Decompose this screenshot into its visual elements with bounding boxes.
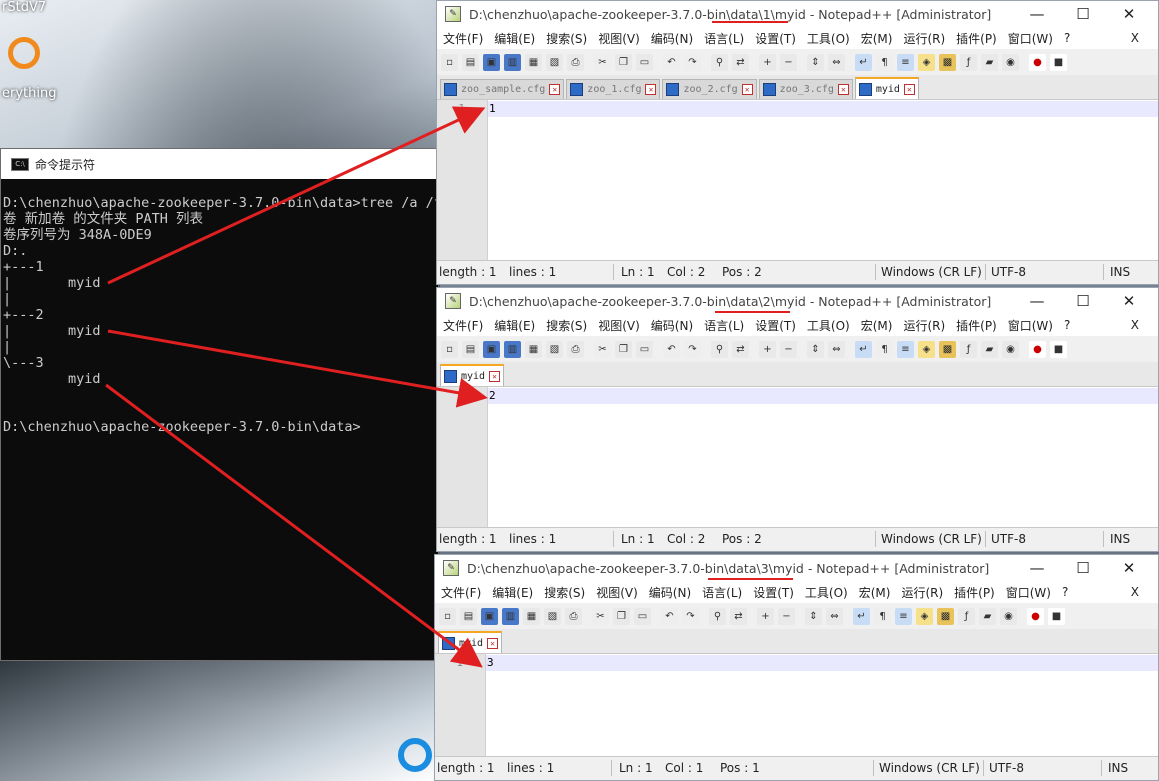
arrow-3 [105, 383, 483, 668]
arrow-1 [107, 106, 486, 285]
annotation-arrows [105, 106, 488, 668]
arrow-2 [107, 329, 488, 408]
